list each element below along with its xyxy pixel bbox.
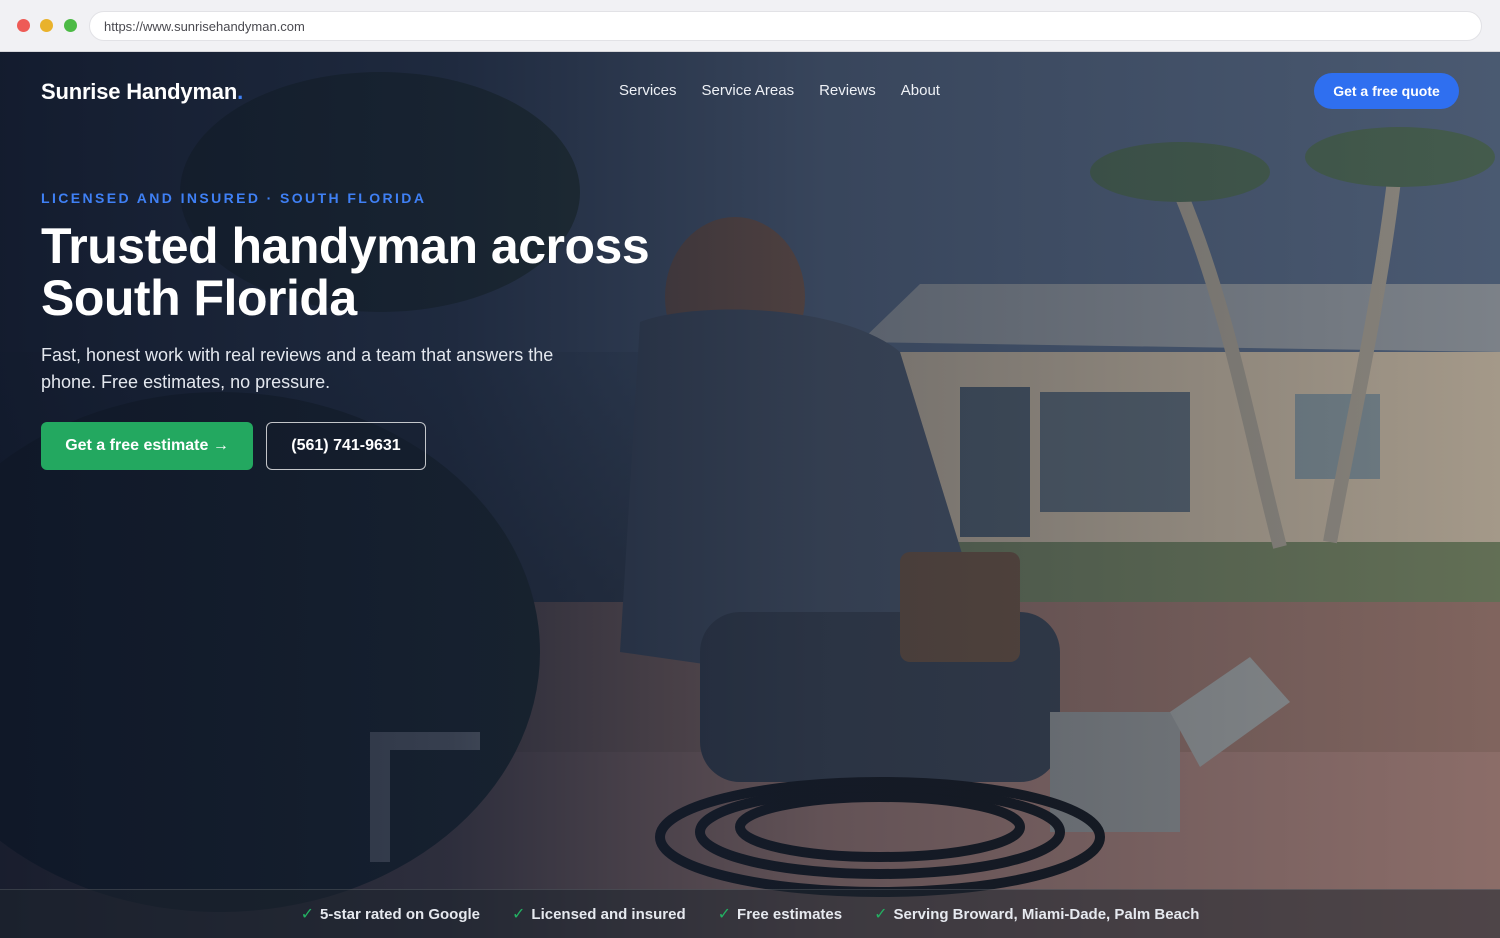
checkmark-icon: ✓: [512, 906, 526, 923]
logo-text: Sunrise Handyman: [41, 79, 238, 104]
hero-dark-overlay: [0, 52, 1500, 938]
trust-item-label: Free estimates: [737, 905, 843, 923]
trust-item-label: Serving Broward, Miami-Dade, Palm Beach: [893, 905, 1200, 923]
hero-eyebrow: LICENSED AND INSURED · SOUTH FLORIDA: [41, 190, 427, 206]
trust-bar: ✓ 5-star rated on Google ✓ Licensed and …: [0, 889, 1500, 938]
address-bar[interactable]: https://www.sunrisehandyman.com: [89, 11, 1482, 41]
hero-section: Sunrise Handyman. Services Service Areas…: [0, 52, 1500, 938]
nav-link-services[interactable]: Services: [619, 82, 677, 99]
close-window-icon[interactable]: [17, 19, 30, 32]
main-nav: Services Service Areas Reviews About: [619, 82, 940, 99]
nav-link-about[interactable]: About: [901, 82, 940, 99]
get-free-quote-button[interactable]: Get a free quote: [1314, 73, 1459, 109]
headline-line-1: Trusted handyman across: [41, 218, 650, 274]
trust-item-free-estimates: ✓ Free estimates: [718, 904, 842, 924]
checkmark-icon: ✓: [874, 906, 888, 923]
trust-item-service-areas: ✓ Serving Broward, Miami-Dade, Palm Beac…: [874, 904, 1199, 924]
trust-item-licensed: ✓ Licensed and insured: [512, 904, 686, 924]
logo-accent: .: [237, 79, 244, 104]
trust-item-google-rating: ✓ 5-star rated on Google: [301, 904, 480, 924]
get-free-estimate-button[interactable]: Get a free estimate →: [41, 422, 253, 470]
hero-headline: Trusted handyman across South Florida: [41, 220, 681, 324]
nav-link-reviews[interactable]: Reviews: [819, 82, 876, 99]
nav-link-service-areas[interactable]: Service Areas: [702, 82, 795, 99]
checkmark-icon: ✓: [717, 906, 732, 923]
hero-subtext: Fast, honest work with real reviews and …: [41, 345, 554, 392]
trust-item-label: Licensed and insured: [531, 905, 686, 923]
site-logo[interactable]: Sunrise Handyman.: [41, 79, 243, 105]
minimize-window-icon[interactable]: [40, 19, 53, 32]
headline-line-2: South Florida: [41, 270, 357, 326]
browser-chrome: https://www.sunrisehandyman.com: [0, 0, 1500, 52]
checkmark-icon: ✓: [300, 906, 314, 923]
maximize-window-icon[interactable]: [64, 19, 77, 32]
trust-item-label: 5-star rated on Google: [319, 905, 480, 923]
phone-call-button[interactable]: (561) 741-9631: [266, 422, 426, 470]
